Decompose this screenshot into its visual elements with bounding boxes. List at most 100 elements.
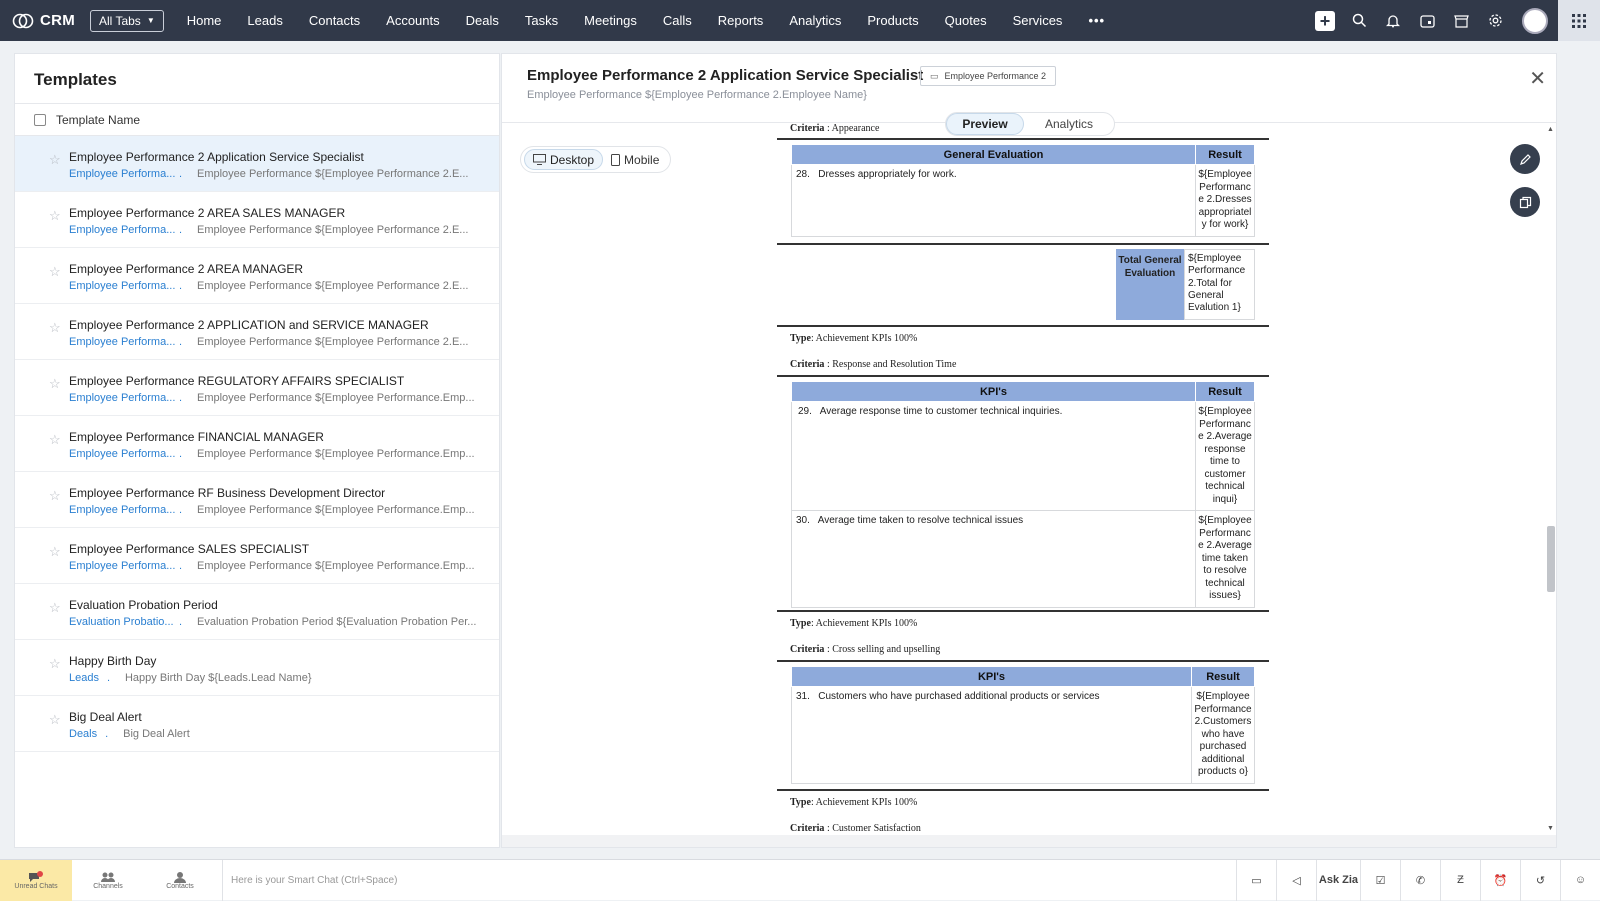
mobile-toggle[interactable]: Mobile [603,153,667,167]
contact-icon [174,871,186,883]
star-icon[interactable]: ☆ [49,712,61,728]
all-tabs-dropdown[interactable]: All Tabs ▼ [90,9,164,32]
template-subject: Employee Performance ${Employee Performa… [197,336,469,348]
template-name: Happy Birth Day [69,654,157,668]
template-row[interactable]: ☆ Employee Performance 2 Application Ser… [15,136,499,192]
template-module: Employee Performa... [69,336,176,348]
template-subject: Employee Performance ${Employee Performa… [197,392,475,404]
table-header: Result [1191,666,1255,687]
star-icon[interactable]: ☆ [49,432,61,448]
template-row[interactable]: ☆ Employee Performance 2 AREA MANAGER Em… [15,248,499,304]
star-icon[interactable]: ☆ [49,656,61,672]
top-navigation-bar: CRM All Tabs ▼ Home Leads Contacts Accoun… [0,0,1600,41]
star-icon[interactable]: ☆ [49,600,61,616]
template-row[interactable]: ☆ Employee Performance 2 APPLICATION and… [15,304,499,360]
app-name: CRM [40,12,76,29]
template-row[interactable]: ☆ Employee Performance FINANCIAL MANAGER… [15,416,499,472]
template-row[interactable]: ☆ Employee Performance REGULATORY AFFAIR… [15,360,499,416]
select-all-checkbox[interactable] [34,113,46,126]
type-line: Type: Achievement KPIs 100% [790,618,918,629]
scroll-down-arrow-icon[interactable]: ▼ [1547,825,1554,832]
edit-button[interactable] [1510,144,1540,174]
top-right-icons: + [1308,0,1600,41]
checklist-icon[interactable]: ☑ [1360,859,1400,901]
nav-leads[interactable]: Leads [234,13,295,28]
template-name-column[interactable]: Template Name [56,113,140,127]
doc-rule [777,138,1269,140]
nav-services[interactable]: Services [1000,13,1076,28]
nav-home[interactable]: Home [174,13,235,28]
template-row[interactable]: ☆ Evaluation Probation Period Evaluation… [15,584,499,640]
template-name: Employee Performance REGULATORY AFFAIRS … [69,374,405,388]
nav-contacts[interactable]: Contacts [296,13,373,28]
smart-chat-input[interactable]: Here is your Smart Chat (Ctrl+Space) [222,859,1236,901]
nav-calls[interactable]: Calls [650,13,705,28]
template-subject: Employee Performance ${Employee Performa… [197,224,469,236]
template-row[interactable]: ☆ Employee Performance SALES SPECIALIST … [15,528,499,584]
scroll-up-arrow-icon[interactable]: ▲ [1547,126,1554,133]
star-icon[interactable]: ☆ [49,488,61,504]
separator-dot: . [179,168,183,180]
star-icon[interactable]: ☆ [49,208,61,224]
call-icon[interactable]: ✆ [1400,859,1440,901]
desktop-icon [533,154,546,165]
channels-label: Channels [93,882,123,890]
template-row[interactable]: ☆ Employee Performance RF Business Devel… [15,472,499,528]
table-header: Result [1195,144,1255,165]
template-name: Employee Performance RF Business Develop… [69,486,386,500]
screen-share-icon[interactable]: ▭ [1236,859,1276,901]
star-icon[interactable]: ☆ [49,544,61,560]
nav-accounts[interactable]: Accounts [373,13,452,28]
template-row[interactable]: ☆ Happy Birth Day Leads. Happy Birth Day … [15,640,499,696]
contacts-button[interactable]: Contacts [144,860,216,901]
calendar-icon[interactable] [1410,0,1444,41]
desktop-toggle[interactable]: Desktop [524,149,604,170]
star-icon[interactable]: ☆ [49,152,61,168]
module-badge-label: Employee Performance 2 [944,71,1047,81]
nav-meetings[interactable]: Meetings [571,13,650,28]
star-icon[interactable]: ☆ [49,320,61,336]
grid-menu-icon[interactable] [1558,0,1600,41]
megaphone-icon[interactable]: ◁ [1276,859,1316,901]
contacts-label: Contacts [166,882,194,890]
tab-preview[interactable]: Preview [946,113,1024,135]
star-icon[interactable]: ☆ [49,376,61,392]
smiley-icon[interactable]: ☺ [1560,859,1600,901]
star-icon[interactable]: ☆ [49,264,61,280]
nav-tasks[interactable]: Tasks [512,13,571,28]
unread-chats-button[interactable]: Unread Chats [0,859,72,901]
zia-icon[interactable]: Ƶ [1440,859,1480,901]
total-value: ${Employee Performance 2.Total for Gener… [1184,249,1255,320]
alarm-icon[interactable]: ⏰ [1480,859,1520,901]
template-module: Deals [69,728,98,740]
template-module: Leads [69,672,99,684]
template-module: Employee Performa... [69,280,176,292]
horizontal-scrollbar[interactable] [502,835,1556,847]
crm-logo[interactable]: CRM [12,12,90,29]
plus-icon[interactable]: + [1308,0,1342,41]
close-icon[interactable]: ✕ [1529,66,1546,91]
template-row[interactable]: ☆ Big Deal Alert Deals. Big Deal Alert [15,696,499,752]
gear-icon[interactable] [1478,0,1512,41]
result-cell: ${Employee Performance 2.Customers who h… [1191,686,1255,784]
search-icon[interactable] [1342,0,1376,41]
vertical-scrollbar[interactable]: ▲ ▼ [1545,123,1555,834]
marketplace-icon[interactable] [1444,0,1478,41]
template-module: Employee Performa... [69,448,176,460]
scrollbar-thumb[interactable] [1547,526,1555,592]
nav-analytics[interactable]: Analytics [776,13,854,28]
nav-deals[interactable]: Deals [453,13,512,28]
clone-button[interactable] [1510,187,1540,217]
bell-icon[interactable] [1376,0,1410,41]
tab-analytics[interactable]: Analytics [1024,117,1114,131]
doc-rule [777,789,1269,791]
nav-quotes[interactable]: Quotes [932,13,1000,28]
history-icon[interactable]: ↺ [1520,859,1560,901]
channels-button[interactable]: Channels [72,860,144,901]
avatar[interactable] [1522,7,1548,34]
template-row[interactable]: ☆ Employee Performance 2 AREA SALES MANA… [15,192,499,248]
nav-products[interactable]: Products [854,13,931,28]
nav-more[interactable]: ••• [1075,13,1118,28]
nav-reports[interactable]: Reports [705,13,777,28]
ask-zia-button[interactable]: Ask Zia [1316,859,1360,901]
